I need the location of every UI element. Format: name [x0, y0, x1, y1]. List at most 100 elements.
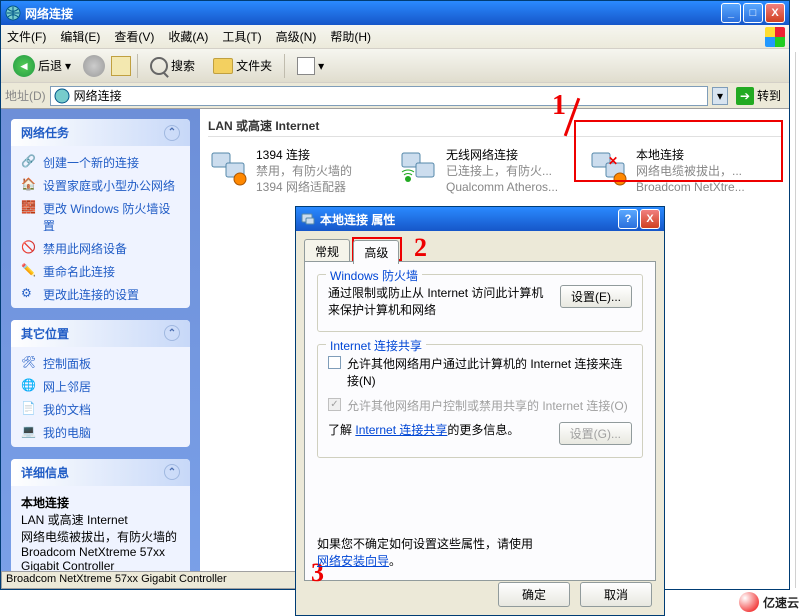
control-panel-icon: 🛠 — [21, 355, 37, 371]
panel-header[interactable]: 其它位置 ⌃ — [11, 320, 190, 347]
detail-device: Broadcom NetXtreme 57xx Gigabit Controll… — [21, 545, 180, 573]
folder-icon — [213, 58, 233, 74]
dialog-close-button[interactable]: X — [640, 209, 660, 229]
connection-icon: ✕ — [588, 147, 628, 187]
menu-edit[interactable]: 编辑(E) — [60, 28, 100, 45]
detail-name: 本地连接 — [21, 494, 180, 511]
view-icon — [297, 57, 315, 75]
tab-strip: 常规 高级 2 — [304, 239, 656, 261]
link-my-documents[interactable]: 📄我的文档 — [21, 401, 180, 418]
wizard-note: 如果您不确定如何设置这些属性，请使用 网络安装向导。 — [317, 536, 643, 570]
network-places-icon: 🌐 — [21, 378, 37, 394]
back-label: 后退 — [38, 57, 62, 74]
connection-wireless[interactable]: 无线网络连接 已连接上，有防火... Qualcomm Atheros... — [398, 147, 568, 196]
app-icon — [5, 5, 21, 21]
annotation-1: 1 — [552, 90, 566, 122]
tab-advanced[interactable]: 高级 — [353, 240, 399, 264]
network-wizard-link[interactable]: 网络安装向导 — [317, 554, 389, 568]
link-network-places[interactable]: 🌐网上邻居 — [21, 378, 180, 395]
task-settings[interactable]: ⚙更改此连接的设置 — [21, 286, 180, 303]
task-new-connection[interactable]: 🔗创建一个新的连接 — [21, 154, 180, 171]
view-mode-button[interactable]: ▾ — [291, 54, 330, 78]
annotation-2: 2 — [414, 233, 427, 263]
separator — [137, 54, 138, 78]
ics-allow-checkbox[interactable]: 允许其他网络用户通过此计算机的 Internet 连接来连接(N) — [328, 355, 632, 389]
watermark-icon — [739, 592, 759, 612]
tab-general[interactable]: 常规 — [304, 239, 350, 263]
menu-advanced[interactable]: 高级(N) — [276, 28, 317, 45]
titlebar: 网络连接 _ □ X — [1, 1, 789, 25]
connection-1394[interactable]: 1394 连接 禁用，有防火墙的 1394 网络适配器 — [208, 147, 378, 196]
network-tasks-panel: 网络任务 ⌃ 🔗创建一个新的连接 🏠设置家庭或小型办公网络 🧱更改 Window… — [11, 119, 190, 308]
detail-status: 网络电缆被拔出，有防火墙的 — [21, 528, 180, 545]
menu-favorites[interactable]: 收藏(A) — [168, 28, 208, 45]
link-my-computer[interactable]: 💻我的电脑 — [21, 424, 180, 441]
address-dropdown[interactable]: ▾ — [712, 87, 728, 105]
checkbox-icon — [328, 356, 341, 369]
menu-view[interactable]: 查看(V) — [114, 28, 154, 45]
go-button[interactable]: ➔ 转到 — [732, 87, 785, 105]
close-button[interactable]: X — [765, 3, 785, 23]
dialog-icon — [300, 211, 316, 227]
cancel-button[interactable]: 取消 — [580, 582, 652, 607]
documents-icon: 📄 — [21, 401, 37, 417]
window-title: 网络连接 — [25, 5, 721, 22]
checkbox-icon: ✓ — [328, 398, 341, 411]
svg-text:✕: ✕ — [608, 154, 618, 168]
task-firewall[interactable]: 🧱更改 Windows 防火墙设置 — [21, 200, 180, 234]
chevron-up-icon: ⌃ — [164, 125, 180, 141]
home-network-icon: 🏠 — [21, 177, 37, 193]
address-bar: 地址(D) 网络连接 ▾ ➔ 转到 — [1, 83, 789, 109]
menu-file[interactable]: 文件(F) — [7, 28, 46, 45]
menu-help[interactable]: 帮助(H) — [330, 28, 371, 45]
search-label: 搜索 — [171, 57, 195, 74]
connection-local[interactable]: ✕ 本地连接 网络电缆被拔出，... Broadcom NetXtre... — [588, 147, 758, 196]
ok-button[interactable]: 确定 — [498, 582, 570, 607]
panel-title: 网络任务 — [21, 124, 69, 141]
connection-icon — [398, 147, 438, 187]
forward-button[interactable] — [83, 55, 105, 77]
panel-title: 其它位置 — [21, 325, 69, 342]
maximize-button[interactable]: □ — [743, 3, 763, 23]
link-control-panel[interactable]: 🛠控制面板 — [21, 355, 180, 372]
properties-dialog: 本地连接 属性 ? X 常规 高级 2 Windows 防火墙 通过限制或防止从… — [295, 206, 665, 616]
wizard-icon: 🔗 — [21, 154, 37, 170]
group-title: Internet 连接共享 — [326, 337, 426, 354]
address-input[interactable]: 网络连接 — [50, 86, 708, 106]
ics-settings-button: 设置(G)... — [559, 422, 632, 445]
panel-header[interactable]: 详细信息 ⌃ — [11, 459, 190, 486]
separator — [284, 54, 285, 78]
firewall-settings-button[interactable]: 设置(E)... — [560, 285, 632, 308]
task-home-network[interactable]: 🏠设置家庭或小型办公网络 — [21, 177, 180, 194]
folders-button[interactable]: 文件夹 — [207, 54, 278, 77]
address-label: 地址(D) — [5, 87, 46, 104]
up-button[interactable] — [111, 56, 131, 76]
folders-label: 文件夹 — [236, 57, 272, 74]
other-places-panel: 其它位置 ⌃ 🛠控制面板 🌐网上邻居 📄我的文档 💻我的电脑 — [11, 320, 190, 447]
category-header: LAN 或高速 Internet — [208, 117, 781, 137]
panel-title: 详细信息 — [21, 464, 69, 481]
sidebar: 网络任务 ⌃ 🔗创建一个新的连接 🏠设置家庭或小型办公网络 🧱更改 Window… — [1, 109, 200, 589]
back-icon: ◄ — [13, 55, 35, 77]
search-button[interactable]: 搜索 — [144, 54, 201, 78]
minimize-button[interactable]: _ — [721, 3, 741, 23]
chevron-up-icon: ⌃ — [164, 325, 180, 341]
chevron-up-icon: ⌃ — [164, 464, 180, 480]
ics-learn-link[interactable]: Internet 连接共享 — [355, 423, 447, 437]
watermark: 亿速云 — [739, 592, 799, 612]
connection-icon — [208, 147, 248, 187]
back-button[interactable]: ◄ 后退 ▾ — [7, 52, 77, 80]
computer-icon: 💻 — [21, 424, 37, 440]
menu-tools[interactable]: 工具(T) — [222, 28, 261, 45]
details-panel: 详细信息 ⌃ 本地连接 LAN 或高速 Internet 网络电缆被拔出，有防火… — [11, 459, 190, 579]
panel-header[interactable]: 网络任务 ⌃ — [11, 119, 190, 146]
detail-type: LAN 或高速 Internet — [21, 511, 180, 528]
disable-icon: 🚫 — [21, 240, 37, 256]
task-disable[interactable]: 🚫禁用此网络设备 — [21, 240, 180, 257]
group-title: Windows 防火墙 — [326, 267, 422, 284]
task-rename[interactable]: ✏️重命名此连接 — [21, 263, 180, 280]
watermark-text: 亿速云 — [763, 594, 799, 611]
ics-group: Internet 连接共享 允许其他网络用户通过此计算机的 Internet 连… — [317, 344, 643, 458]
firewall-group: Windows 防火墙 通过限制或防止从 Internet 访问此计算机来保护计… — [317, 274, 643, 332]
dialog-help-button[interactable]: ? — [618, 209, 638, 229]
